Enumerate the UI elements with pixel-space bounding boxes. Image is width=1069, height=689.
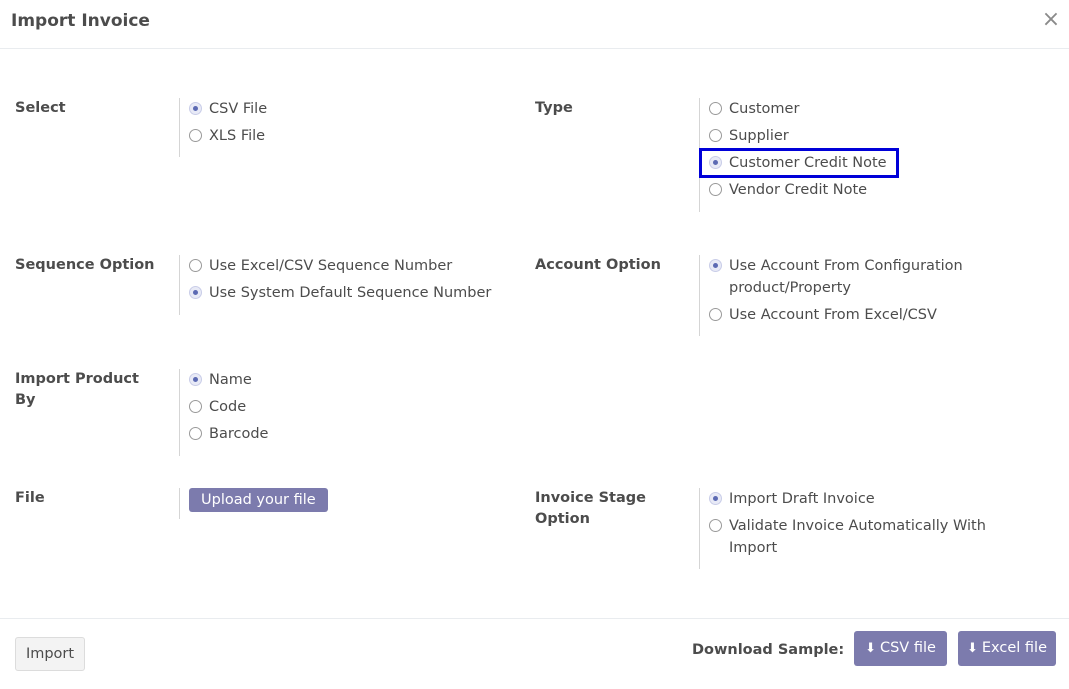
account-option-excel-csv[interactable]: Use Account From Excel/CSV bbox=[709, 304, 937, 326]
account-option-configuration[interactable]: Use Account From Configuration product/P… bbox=[709, 255, 979, 299]
account-option-label: Account Option bbox=[535, 257, 661, 273]
upload-file-button[interactable]: Upload your file bbox=[189, 488, 328, 512]
option-label: Use Account From Excel/CSV bbox=[729, 307, 937, 323]
radio-unchecked-icon[interactable] bbox=[709, 308, 722, 321]
type-label: Type bbox=[535, 100, 573, 116]
select-option-csv[interactable]: CSV File bbox=[189, 98, 267, 120]
radio-checked-icon[interactable] bbox=[709, 259, 722, 272]
option-label: Use Excel/CSV Sequence Number bbox=[209, 258, 453, 274]
dialog-title: Import Invoice bbox=[11, 11, 150, 31]
import-product-by-label: Import Product By bbox=[15, 371, 139, 408]
stage-option-validate[interactable]: Validate Invoice Automatically With Impo… bbox=[709, 515, 999, 559]
download-icon: ⬇ bbox=[966, 641, 978, 656]
sequence-option-excel-csv[interactable]: Use Excel/CSV Sequence Number bbox=[189, 255, 452, 277]
product-option-barcode[interactable]: Barcode bbox=[189, 423, 268, 445]
file-label: File bbox=[15, 490, 45, 506]
radio-checked-icon[interactable] bbox=[189, 373, 202, 386]
radio-unchecked-icon[interactable] bbox=[189, 400, 202, 413]
type-option-customer-credit-note[interactable]: Customer Credit Note bbox=[709, 152, 887, 174]
sequence-option-system-default[interactable]: Use System Default Sequence Number bbox=[189, 282, 491, 304]
radio-unchecked-icon[interactable] bbox=[709, 519, 722, 532]
radio-checked-icon[interactable] bbox=[709, 156, 722, 169]
download-csv-button[interactable]: ⬇ CSV file bbox=[854, 631, 947, 666]
type-option-vendor-credit-note[interactable]: Vendor Credit Note bbox=[709, 179, 867, 201]
radio-unchecked-icon[interactable] bbox=[709, 183, 722, 196]
option-label: Code bbox=[209, 399, 247, 415]
option-label: XLS File bbox=[209, 128, 266, 144]
radio-unchecked-icon[interactable] bbox=[189, 259, 202, 272]
dialog-footer: Import Download Sample: ⬇ CSV file ⬇ Exc… bbox=[0, 618, 1069, 689]
invoice-stage-option-label: Invoice Stage Option bbox=[535, 490, 646, 527]
radio-unchecked-icon[interactable] bbox=[189, 427, 202, 440]
product-option-name[interactable]: Name bbox=[189, 369, 252, 391]
download-excel-button[interactable]: ⬇ Excel file bbox=[958, 631, 1056, 666]
radio-unchecked-icon[interactable] bbox=[709, 102, 722, 115]
type-option-supplier[interactable]: Supplier bbox=[709, 125, 789, 147]
select-option-xls[interactable]: XLS File bbox=[189, 125, 265, 147]
type-option-customer[interactable]: Customer bbox=[709, 98, 799, 120]
option-label: Barcode bbox=[209, 426, 269, 442]
stage-option-draft[interactable]: Import Draft Invoice bbox=[709, 488, 875, 510]
stage-radio-group: Import Draft Invoice Validate Invoice Au… bbox=[699, 488, 999, 569]
download-excel-label: Excel file bbox=[981, 640, 1047, 656]
dialog-header: Import Invoice × bbox=[0, 0, 1069, 49]
radio-checked-icon[interactable] bbox=[189, 286, 202, 299]
option-label: Validate Invoice Automatically With Impo… bbox=[729, 518, 986, 556]
download-sample-label: Download Sample: bbox=[692, 642, 845, 658]
radio-checked-icon[interactable] bbox=[189, 102, 202, 115]
download-csv-label: CSV file bbox=[879, 640, 936, 656]
radio-unchecked-icon[interactable] bbox=[709, 129, 722, 142]
type-radio-group: Customer Supplier Customer Credit Note V… bbox=[699, 98, 999, 212]
account-radio-group: Use Account From Configuration product/P… bbox=[699, 255, 999, 336]
import-button[interactable]: Import bbox=[15, 637, 85, 671]
file-upload-group: Upload your file bbox=[179, 488, 479, 519]
radio-checked-icon[interactable] bbox=[709, 492, 722, 505]
download-icon: ⬇ bbox=[865, 641, 876, 656]
select-label: Select bbox=[15, 100, 66, 116]
sequence-option-label: Sequence Option bbox=[15, 257, 155, 273]
product-radio-group: Name Code Barcode bbox=[179, 369, 479, 456]
option-label: Supplier bbox=[729, 128, 789, 144]
product-option-code[interactable]: Code bbox=[189, 396, 246, 418]
option-label: Name bbox=[209, 372, 252, 388]
close-icon[interactable]: × bbox=[1040, 8, 1062, 32]
option-label: Use System Default Sequence Number bbox=[209, 285, 492, 301]
sequence-radio-group: Use Excel/CSV Sequence Number Use System… bbox=[179, 255, 499, 315]
radio-unchecked-icon[interactable] bbox=[189, 129, 202, 142]
option-label: Vendor Credit Note bbox=[729, 182, 868, 198]
option-label: Import Draft Invoice bbox=[729, 491, 875, 507]
option-label: Use Account From Configuration product/P… bbox=[729, 258, 963, 296]
option-label: Customer bbox=[729, 101, 800, 117]
option-label: Customer Credit Note bbox=[729, 155, 887, 171]
select-radio-group: CSV File XLS File bbox=[179, 98, 479, 157]
option-label: CSV File bbox=[209, 101, 268, 117]
